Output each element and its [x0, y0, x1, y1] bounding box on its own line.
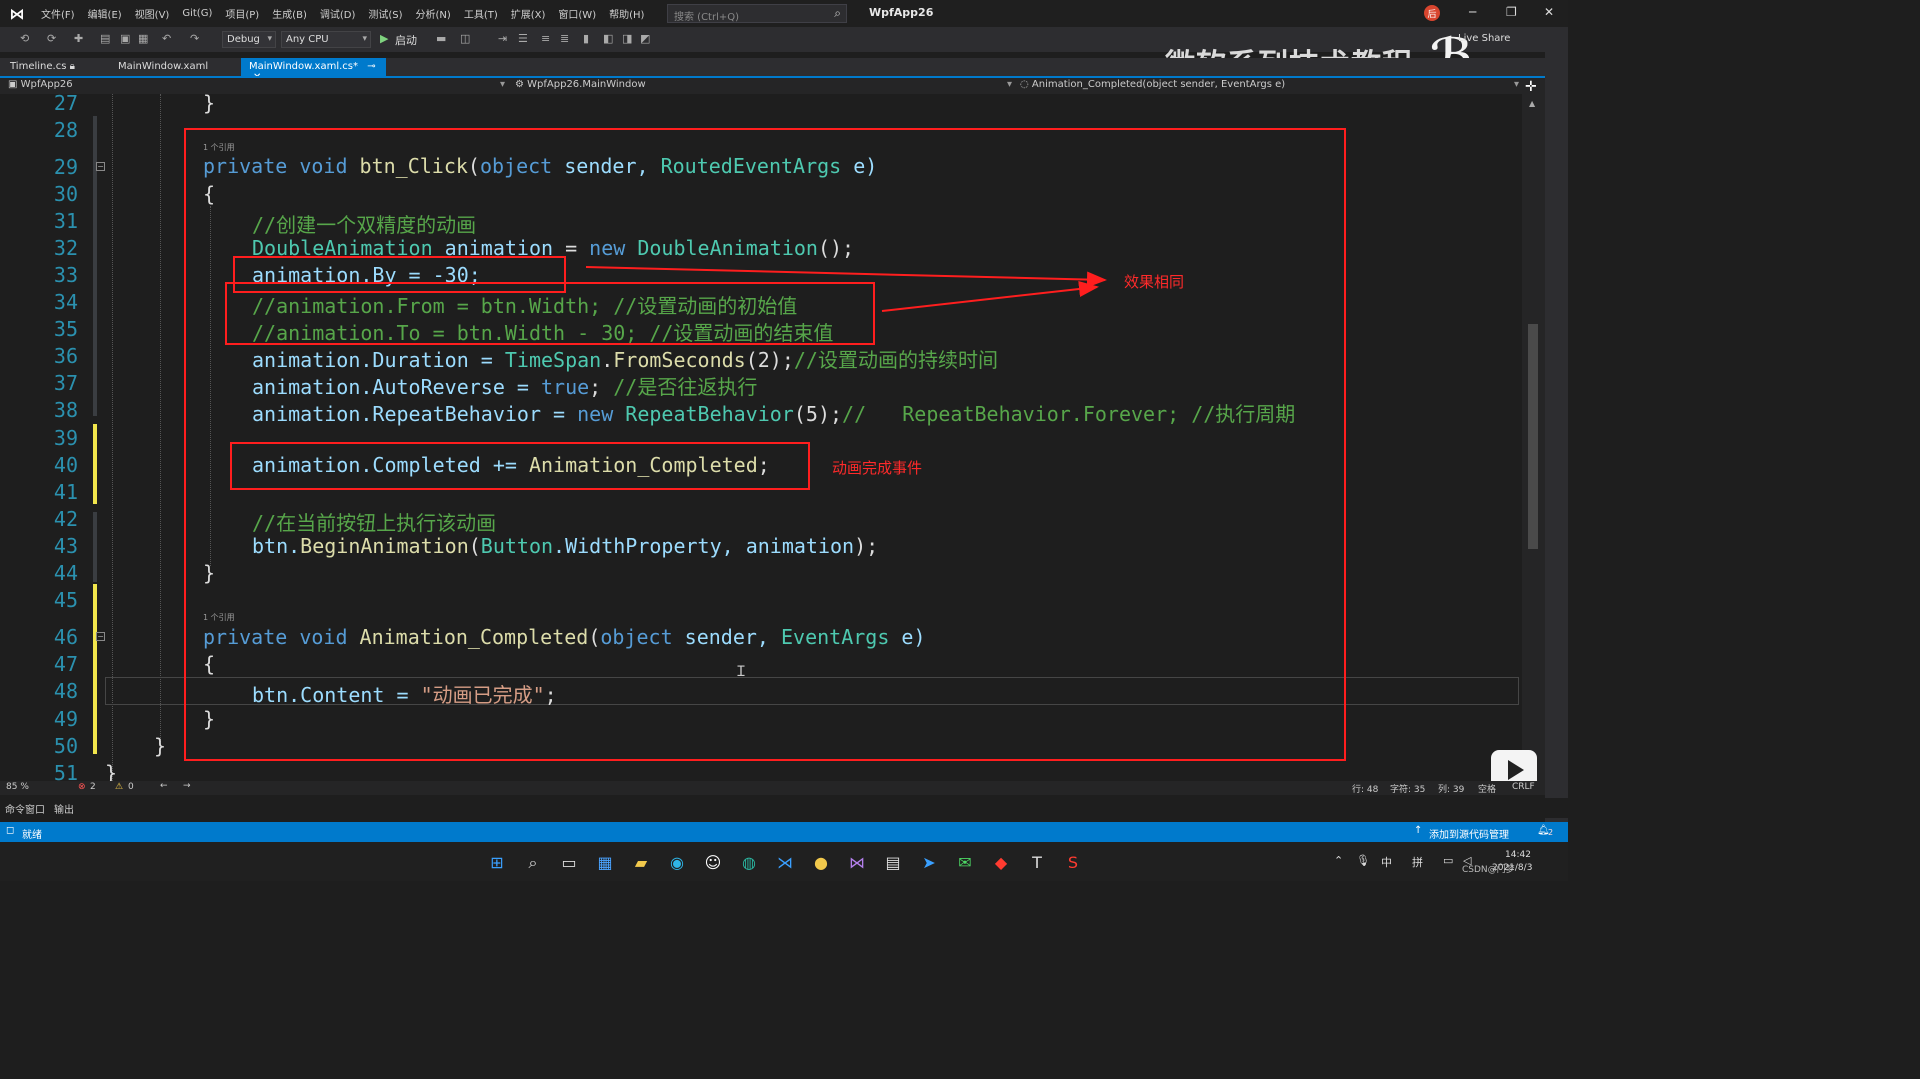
arrow-from-by — [585, 266, 1107, 288]
vertical-scrollbar[interactable]: ▲ — [1522, 94, 1545, 781]
char-indicator: 字符: 35 — [1390, 785, 1426, 795]
zoom-select[interactable]: 85 % — [6, 782, 29, 792]
ime-chinese[interactable]: 中 — [1381, 854, 1392, 870]
editor-status-row: 85 % ⊗ 2 ⚠ 0 ← → 行: 48 字符: 35 列: 39 空格 C… — [0, 781, 1545, 795]
tab-output[interactable]: 输出 — [54, 801, 74, 816]
status-icon: ◻ — [6, 825, 15, 836]
csdn-watermark: CSDN@门梦 — [1462, 865, 1515, 875]
windows-taskbar: ⊞ ⌕ ▭ ▦ ▰ ◉ ☺ ◍ ⋊ ● ⋈ ▤ ➤ ✉ ◆ T S ⌃ 🎙︎ 中… — [0, 842, 1568, 881]
side-tool-rail — [1545, 52, 1568, 822]
network-icon[interactable]: ▭ — [1443, 854, 1453, 867]
annotation-arrows — [585, 266, 1107, 312]
status-ready: 就绪 — [22, 830, 42, 841]
widgets-icon[interactable]: ▦ — [595, 853, 615, 873]
upload-icon[interactable]: ↑ — [1414, 825, 1422, 836]
arrow-from-range — [881, 281, 1099, 312]
nav-back-icon[interactable]: ← — [160, 781, 168, 791]
vscode-icon[interactable]: ⋊ — [775, 853, 795, 873]
error-icon[interactable]: ⊗ — [78, 782, 86, 792]
scroll-up-icon[interactable]: ▲ — [1529, 99, 1535, 108]
microphone-icon[interactable]: 🎙︎ — [1356, 854, 1370, 867]
store-icon[interactable]: ▤ — [883, 853, 903, 873]
ime-pinyin[interactable]: 拼 — [1412, 854, 1423, 870]
app-icon[interactable]: ◆ — [991, 853, 1011, 873]
scrollbar-thumb[interactable] — [1528, 324, 1538, 549]
annotation-completed-event: 动画完成事件 — [832, 459, 923, 477]
edge-icon[interactable]: ◉ — [667, 853, 687, 873]
clock-time[interactable]: 14:42 — [1505, 850, 1531, 860]
typora-icon[interactable]: T — [1027, 853, 1047, 873]
nav-forward-icon[interactable]: → — [183, 781, 191, 791]
app-icon[interactable]: ➤ — [919, 853, 939, 873]
task-view-icon[interactable]: ▭ — [559, 853, 579, 873]
annotation-same-effect: 效果相同 — [1124, 273, 1185, 291]
error-count: 2 — [90, 782, 96, 792]
app-icon[interactable]: ◍ — [739, 853, 759, 873]
search-icon[interactable]: ⌕ — [523, 853, 543, 873]
tab-command-window[interactable]: 命令窗口 — [5, 801, 45, 816]
tool-window-tabs: 命令窗口 输出 — [0, 798, 1568, 818]
row-indicator: 行: 48 — [1352, 785, 1379, 795]
col-indicator: 列: 39 — [1438, 785, 1465, 795]
status-bar: ◻ 就绪 ↑ 添加到源代码管理 🔔︎ 2 — [0, 822, 1568, 842]
whitespace-mode[interactable]: 空格 — [1478, 782, 1496, 795]
app-icon[interactable]: ● — [811, 853, 831, 873]
file-explorer-icon[interactable]: ▰ — [631, 853, 651, 873]
warning-icon[interactable]: ⚠ — [115, 782, 123, 792]
wechat-icon[interactable]: ✉ — [955, 853, 975, 873]
qq-icon[interactable]: ☺ — [703, 853, 723, 873]
app-icon[interactable]: S — [1063, 853, 1083, 873]
tray-expand-icon[interactable]: ⌃ — [1334, 854, 1343, 867]
visual-studio-icon[interactable]: ⋈ — [847, 853, 867, 873]
line-ending[interactable]: CRLF — [1512, 782, 1535, 792]
notification-count: 2 — [1548, 828, 1554, 837]
warning-count: 0 — [128, 782, 134, 792]
start-menu-icon[interactable]: ⊞ — [487, 853, 507, 873]
split-editor-icon[interactable]: ✛ — [1525, 79, 1537, 95]
add-source-control-button[interactable]: 添加到源代码管理 — [1429, 826, 1509, 841]
